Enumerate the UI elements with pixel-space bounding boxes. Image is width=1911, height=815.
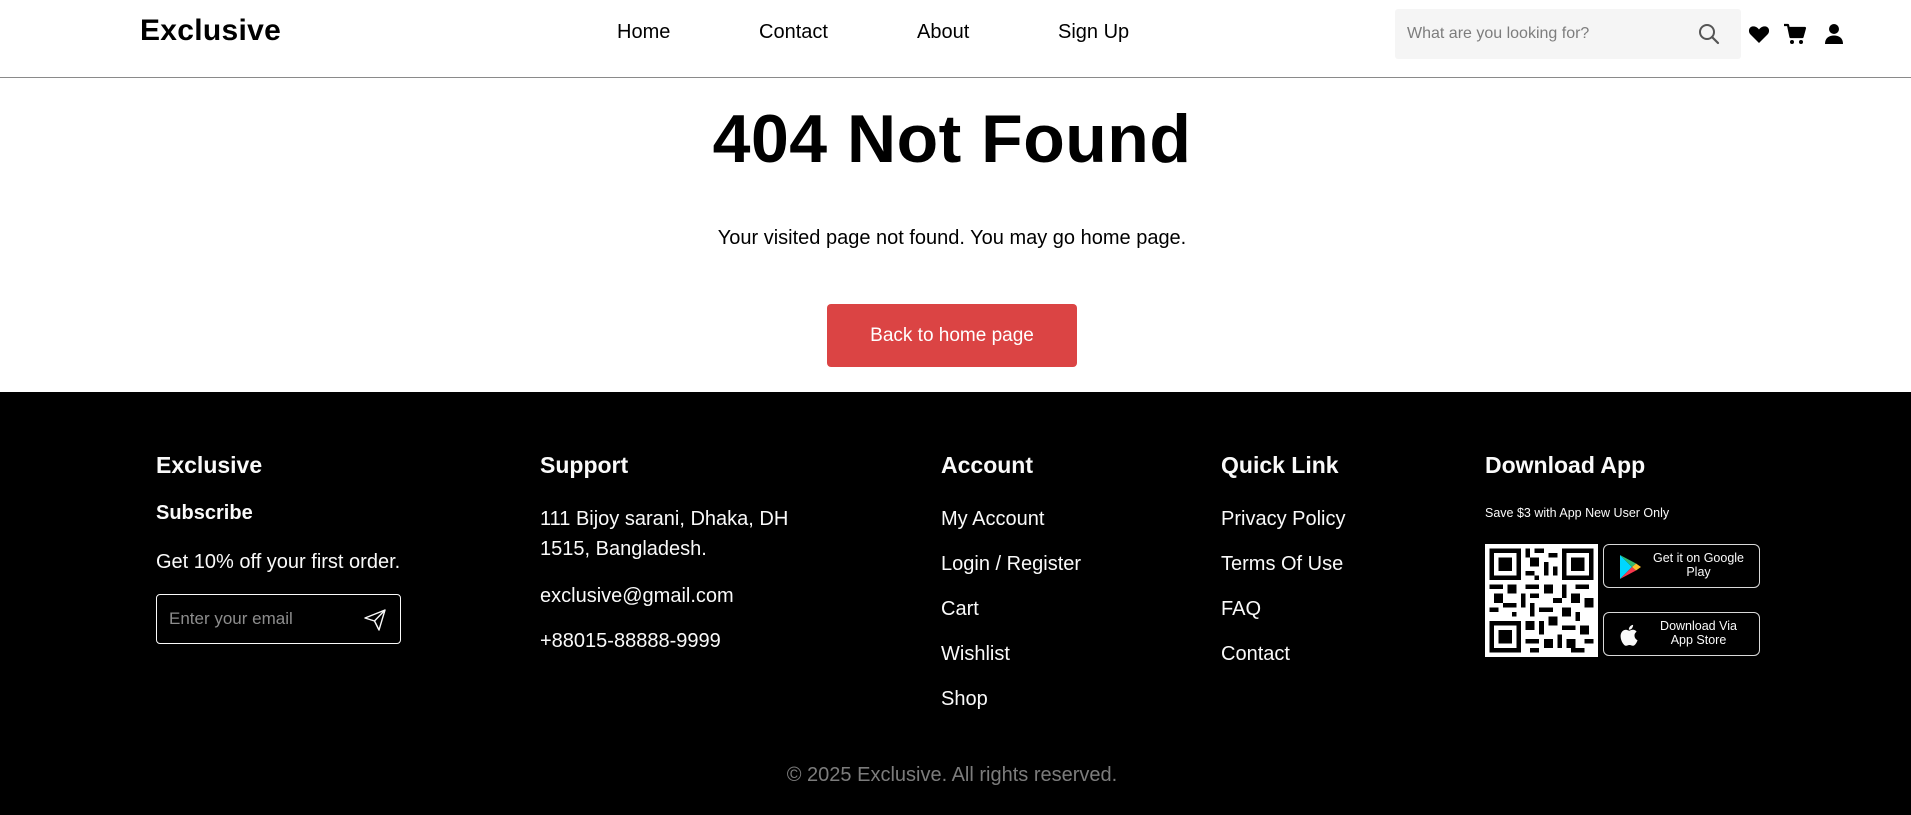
email-input[interactable] — [169, 607, 359, 631]
account-link-login-register[interactable]: Login / Register — [941, 553, 1081, 576]
nav-link-contact[interactable]: Contact — [759, 21, 828, 44]
search-icon[interactable] — [1697, 22, 1721, 46]
account-link-shop[interactable]: Shop — [941, 688, 988, 711]
quick-link-heading: Quick Link — [1221, 452, 1339, 478]
site-header: Exclusive Home Contact About Sign Up — [0, 0, 1911, 78]
quick-link-contact[interactable]: Contact — [1221, 643, 1290, 666]
subscribe-email-field — [156, 594, 401, 644]
support-phone[interactable]: +88015-88888-9999 — [540, 630, 721, 653]
qr-code — [1485, 544, 1598, 657]
app-store-label-line2: App Store — [1670, 633, 1727, 647]
google-play-button[interactable]: Get it on Google Play — [1603, 544, 1760, 588]
quick-link-terms-of-use[interactable]: Terms Of Use — [1221, 553, 1343, 576]
subscribe-offer-text: Get 10% off your first order. — [156, 551, 401, 573]
support-heading: Support — [540, 452, 629, 478]
site-footer: Exclusive Subscribe Get 10% off your fir… — [0, 392, 1911, 815]
account-link-my-account[interactable]: My Account — [941, 508, 1044, 531]
search-input[interactable] — [1407, 21, 1687, 47]
account-link-cart[interactable]: Cart — [941, 598, 979, 621]
nav-link-home[interactable]: Home — [617, 21, 670, 44]
support-address-line2: 1515, Bangladesh. — [540, 538, 707, 560]
account-heading: Account — [941, 452, 1033, 478]
google-play-icon — [1620, 555, 1641, 579]
heart-icon[interactable] — [1747, 22, 1771, 46]
google-play-label-line1: Get it on Google — [1652, 551, 1745, 565]
user-icon[interactable] — [1822, 22, 1846, 46]
nav-link-sign-up[interactable]: Sign Up — [1058, 21, 1129, 44]
site-logo[interactable]: Exclusive — [140, 14, 281, 48]
footer-brand-heading: Exclusive — [156, 452, 263, 478]
app-store-label-line1: Download Via — [1660, 619, 1737, 633]
quick-link-privacy-policy[interactable]: Privacy Policy — [1221, 508, 1345, 531]
download-app-note: Save $3 with App New User Only — [1485, 506, 1670, 520]
app-store-button[interactable]: Download Via App Store — [1603, 612, 1760, 656]
subscribe-heading: Subscribe — [156, 502, 253, 524]
page-title: 404 Not Found — [712, 101, 1192, 177]
download-app-heading: Download App — [1485, 452, 1646, 478]
nav-link-about[interactable]: About — [917, 21, 969, 44]
support-address-line1: 111 Bijoy sarani, Dhaka, DH — [540, 508, 789, 530]
back-to-home-button[interactable]: Back to home page — [827, 304, 1077, 367]
copyright-text: © 2025 Exclusive. All rights reserved. — [786, 764, 1118, 786]
send-icon[interactable] — [362, 607, 388, 633]
page-description: Your visited page not found. You may go … — [717, 227, 1187, 249]
apple-icon — [1620, 624, 1638, 646]
quick-link-faq[interactable]: FAQ — [1221, 598, 1261, 621]
search-bar — [1395, 9, 1741, 59]
account-link-wishlist[interactable]: Wishlist — [941, 643, 1010, 666]
cart-icon[interactable] — [1783, 22, 1807, 46]
google-play-label-line2: Play — [1686, 565, 1711, 579]
support-email[interactable]: exclusive@gmail.com — [540, 585, 734, 608]
